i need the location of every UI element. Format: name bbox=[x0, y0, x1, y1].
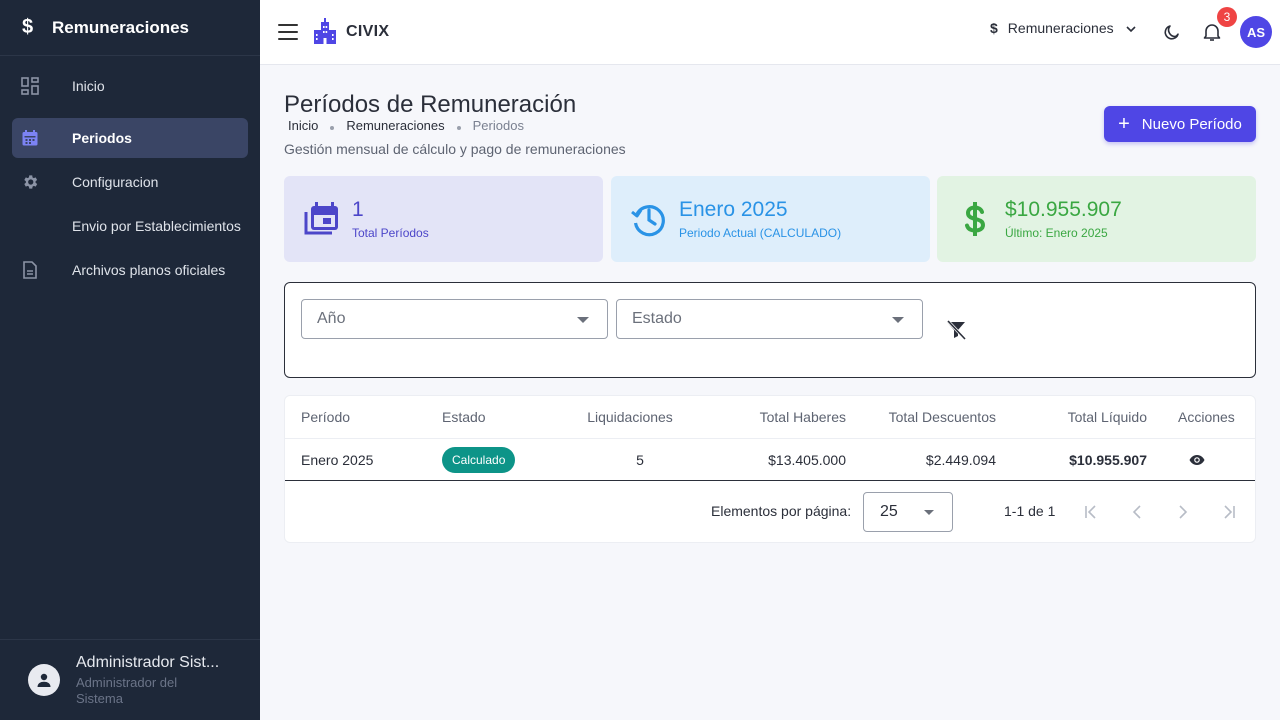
first-page-button[interactable] bbox=[1079, 500, 1103, 524]
sidebar-user[interactable]: Administrador Sist... Administrador del … bbox=[0, 639, 260, 720]
filter-off-icon bbox=[946, 319, 967, 341]
dropdown-arrow-icon bbox=[577, 317, 589, 323]
history-icon bbox=[629, 199, 669, 239]
sidebar-item-archivos-planos[interactable]: Archivos planos oficiales bbox=[12, 250, 248, 290]
dollar-icon: $ bbox=[22, 16, 34, 38]
page-title: Períodos de Remuneración bbox=[284, 91, 577, 118]
last-total-card: $10.955.907 Último: Enero 2025 bbox=[937, 176, 1256, 262]
last-page-button[interactable] bbox=[1217, 500, 1241, 524]
breadcrumb-periodos: Periodos bbox=[472, 118, 524, 133]
sidebar: $ Remuneraciones Inicio Periodos Configu… bbox=[0, 0, 260, 720]
dollar-icon bbox=[955, 199, 995, 239]
module-label: Remuneraciones bbox=[1007, 20, 1114, 36]
col-estado[interactable]: Estado bbox=[442, 396, 552, 438]
chevron-right-icon bbox=[1179, 505, 1188, 519]
user-role: Administrador del Sistema bbox=[76, 674, 178, 706]
current-period-value: Enero 2025 bbox=[679, 198, 788, 221]
sidebar-item-label: Configuracion bbox=[72, 174, 159, 190]
menu-icon[interactable] bbox=[278, 21, 298, 43]
filter-panel: Año Estado bbox=[284, 282, 1256, 378]
dropdown-arrow-icon bbox=[924, 510, 934, 515]
cell-settlements: 5 bbox=[636, 451, 644, 468]
brand-name: CIVIX bbox=[346, 23, 390, 40]
next-page-button[interactable] bbox=[1171, 500, 1195, 524]
sidebar-nav: Inicio Periodos Configuracion Envio por … bbox=[0, 56, 260, 304]
calendar-icon bbox=[20, 128, 40, 148]
chevron-left-icon bbox=[1132, 505, 1141, 519]
last-total-value: $10.955.907 bbox=[1005, 198, 1122, 221]
sidebar-item-label: Periodos bbox=[72, 130, 132, 146]
sidebar-header: $ Remuneraciones bbox=[0, 0, 260, 56]
status-select-placeholder: Estado bbox=[632, 310, 682, 327]
col-total-descuentos[interactable]: Total Descuentos bbox=[875, 396, 996, 438]
sidebar-title: Remuneraciones bbox=[52, 17, 189, 37]
sidebar-item-label: Envio por Establecimientos bbox=[72, 218, 241, 234]
col-acciones: Acciones bbox=[1178, 409, 1235, 425]
last-total-label: Último: Enero 2025 bbox=[1005, 226, 1108, 240]
breadcrumb-inicio[interactable]: Inicio bbox=[288, 118, 318, 133]
total-periods-label: Total Períodos bbox=[352, 226, 429, 240]
page-size-value: 25 bbox=[880, 503, 898, 520]
paginator: Elementos por página: 25 1-1 de 1 bbox=[285, 492, 1255, 532]
dropdown-arrow-icon bbox=[892, 317, 904, 323]
periods-table: Período Estado Liquidaciones Total Haber… bbox=[284, 395, 1256, 543]
calendar-icon bbox=[302, 199, 342, 239]
eye-icon bbox=[1189, 454, 1205, 465]
page-size-select[interactable]: 25 bbox=[863, 492, 953, 532]
prev-page-button[interactable] bbox=[1125, 500, 1149, 524]
year-select[interactable]: Año bbox=[301, 299, 608, 339]
new-period-button[interactable]: + Nuevo Período bbox=[1104, 106, 1256, 142]
document-icon bbox=[20, 260, 40, 280]
clear-filters-button[interactable] bbox=[945, 319, 967, 346]
user-name: Administrador Sist... bbox=[76, 653, 220, 671]
module-selector[interactable]: $ Remuneraciones bbox=[990, 20, 1136, 36]
last-page-icon bbox=[1224, 505, 1235, 519]
cell-total-haberes: $13.405.000 bbox=[768, 451, 846, 468]
dollar-icon: $ bbox=[990, 20, 998, 36]
topbar: CIVIX $ Remuneraciones 3 AS bbox=[260, 0, 1280, 65]
status-select[interactable]: Estado bbox=[616, 299, 923, 339]
summary-cards: 1 Total Períodos Enero 2025 Periodo Actu… bbox=[284, 176, 1256, 262]
cell-total-descuentos: $2.449.094 bbox=[925, 451, 996, 468]
chevron-down-icon bbox=[1126, 20, 1136, 36]
sidebar-item-periodos[interactable]: Periodos bbox=[12, 118, 248, 158]
table-row: Calculado bbox=[442, 439, 552, 480]
year-select-placeholder: Año bbox=[317, 310, 346, 327]
sidebar-item-inicio[interactable]: Inicio bbox=[12, 66, 248, 106]
current-period-label: Periodo Actual (CALCULADO) bbox=[679, 226, 842, 240]
cell-period: Enero 2025 bbox=[301, 451, 374, 468]
user-avatar-button[interactable]: AS bbox=[1240, 16, 1272, 48]
items-per-page-label: Elementos por página: bbox=[711, 503, 852, 519]
page-subtitle: Gestión mensual de cálculo y pago de rem… bbox=[284, 141, 626, 157]
col-total-haberes[interactable]: Total Haberes bbox=[705, 396, 846, 438]
total-periods-value: 1 bbox=[352, 198, 364, 221]
first-page-icon bbox=[1085, 505, 1096, 519]
total-periods-card: 1 Total Períodos bbox=[284, 176, 603, 262]
notification-badge: 3 bbox=[1217, 7, 1237, 27]
col-periodo[interactable]: Período bbox=[301, 396, 421, 438]
sidebar-item-label: Inicio bbox=[72, 78, 105, 94]
gear-icon bbox=[20, 172, 40, 192]
sidebar-item-configuracion[interactable]: Configuracion bbox=[12, 162, 248, 202]
breadcrumb: Inicio Remuneraciones Periodos bbox=[288, 118, 524, 133]
dashboard-icon bbox=[20, 76, 40, 96]
plus-icon: + bbox=[1118, 113, 1130, 135]
col-liquidaciones[interactable]: Liquidaciones bbox=[575, 396, 685, 438]
brand-logo[interactable]: CIVIX bbox=[312, 18, 389, 46]
current-period-card: Enero 2025 Periodo Actual (CALCULADO) bbox=[611, 176, 930, 262]
sidebar-item-envio-establecimientos[interactable]: Envio por Establecimientos bbox=[12, 206, 248, 246]
new-period-label: Nuevo Período bbox=[1141, 115, 1242, 133]
dark-mode-icon[interactable] bbox=[1160, 20, 1184, 44]
cell-total-liquido: $10.955.907 bbox=[1069, 451, 1147, 468]
page-range: 1-1 de 1 bbox=[1004, 503, 1056, 519]
view-button[interactable] bbox=[1189, 439, 1213, 480]
sidebar-item-label: Archivos planos oficiales bbox=[72, 262, 226, 278]
breadcrumb-remuneraciones[interactable]: Remuneraciones bbox=[346, 118, 444, 133]
col-total-liquido[interactable]: Total Líquido bbox=[1025, 396, 1147, 438]
status-badge: Calculado bbox=[442, 446, 516, 473]
user-avatar bbox=[28, 664, 60, 696]
building-icon bbox=[314, 18, 336, 44]
